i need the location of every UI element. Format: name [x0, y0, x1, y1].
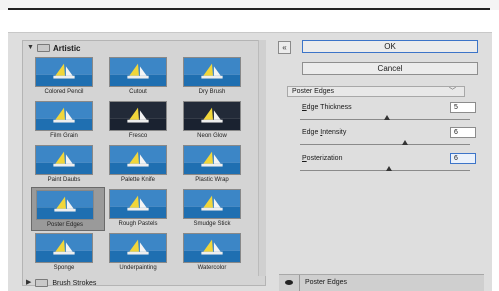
edge-thickness-label: Edge Thickness	[302, 104, 352, 111]
filter-preview-image	[36, 190, 94, 220]
filter-preview-image	[183, 233, 241, 263]
filter-thumbnail[interactable]: Sponge	[31, 231, 105, 275]
filter-preview-image	[35, 57, 93, 87]
filter-label: Colored Pencil	[44, 89, 84, 95]
filter-preview-image	[109, 189, 167, 219]
filter-label: Dry Brush	[198, 89, 226, 95]
posterization-slider-handle[interactable]	[386, 166, 392, 171]
filter-label: Sponge	[53, 265, 75, 271]
folder-brush-strokes[interactable]: ▶ Brush Strokes	[26, 278, 96, 288]
filter-select-value: Poster Edges	[292, 88, 335, 95]
filter-label: Neon Glow	[197, 133, 227, 139]
filter-preview-image	[35, 145, 93, 175]
filter-preview-image	[35, 101, 93, 131]
filter-thumbnail-grid: Colored Pencil Cutout Dry Brush Film Grain F…	[31, 55, 253, 275]
folder-label: Brush Strokes	[52, 279, 97, 287]
filter-preview-image	[109, 57, 167, 87]
edge-intensity-slider[interactable]	[300, 144, 470, 145]
filter-label: Underpainting	[119, 265, 157, 271]
filter-thumbnail[interactable]: Cutout	[105, 55, 179, 99]
filter-select[interactable]: Poster Edges ﹀	[287, 86, 465, 97]
filter-thumbnail[interactable]: Rough Pastels	[105, 187, 179, 231]
filter-label: Palette Knife	[120, 177, 156, 183]
top-divider	[8, 8, 490, 10]
filter-preview-image	[183, 57, 241, 87]
posterization-label: Posterization	[302, 155, 343, 162]
folder-artistic[interactable]: ▼ Artistic	[27, 43, 81, 53]
filter-preview-image	[183, 145, 241, 175]
chevron-down-icon: ﹀	[449, 88, 456, 95]
filter-thumbnail[interactable]: Dry Brush	[179, 55, 253, 99]
filter-label: Watercolor	[197, 265, 227, 271]
folder-icon	[36, 44, 50, 52]
gallery-scrollbar[interactable]	[258, 40, 266, 276]
posterization-field[interactable]: 6	[450, 153, 476, 164]
filter-thumbnail[interactable]: Poster Edges	[31, 187, 105, 231]
edge-intensity-slider-handle[interactable]	[402, 140, 408, 145]
filter-preview-image	[109, 101, 167, 131]
layer-divider	[299, 275, 300, 291]
effect-layer-name[interactable]: Poster Edges	[305, 279, 347, 286]
filter-thumbnail[interactable]: Neon Glow	[179, 99, 253, 143]
filter-label: Poster Edges	[46, 222, 84, 228]
folder-label: Artistic	[52, 43, 81, 53]
filter-gallery-panel: ▼ Artistic Colored Pencil Cutout Dry Brush…	[22, 40, 266, 286]
edge-thickness-slider-handle[interactable]	[384, 115, 390, 120]
double-chevron-icon: «	[282, 43, 287, 52]
filter-preview-image	[183, 101, 241, 131]
filter-label: Film Grain	[50, 133, 78, 139]
filter-label: Smudge Stick	[193, 221, 231, 227]
filter-thumbnail[interactable]: Smudge Stick	[179, 187, 253, 231]
filter-label: Plastic Wrap	[195, 177, 229, 183]
cancel-button[interactable]: Cancel	[302, 62, 478, 75]
filter-thumbnail[interactable]: Plastic Wrap	[179, 143, 253, 187]
filter-preview-image	[109, 233, 167, 263]
filter-preview-image	[35, 233, 93, 263]
eye-icon[interactable]	[285, 280, 293, 285]
posterization-slider[interactable]	[300, 170, 470, 171]
filter-thumbnail[interactable]: Paint Daubs	[31, 143, 105, 187]
filter-thumbnail[interactable]: Film Grain	[31, 99, 105, 143]
collapse-triangle-icon[interactable]: ▶	[26, 278, 31, 288]
filter-label: Cutout	[129, 89, 147, 95]
filter-thumbnail[interactable]: Underpainting	[105, 231, 179, 275]
filter-thumbnail[interactable]: Fresco	[105, 99, 179, 143]
filter-preview-image	[183, 189, 241, 219]
filter-thumbnail[interactable]: Colored Pencil	[31, 55, 105, 99]
filter-preview-image	[109, 145, 167, 175]
edge-thickness-field[interactable]: 5	[450, 102, 476, 113]
edge-intensity-field[interactable]: 6	[450, 127, 476, 138]
filter-label: Rough Pastels	[118, 221, 158, 227]
filter-thumbnail[interactable]: Palette Knife	[105, 143, 179, 187]
filter-label: Fresco	[128, 133, 148, 139]
filter-label: Paint Daubs	[47, 177, 81, 183]
ok-button[interactable]: OK	[302, 40, 478, 53]
collapse-gallery-button[interactable]: «	[278, 41, 291, 54]
filter-thumbnail[interactable]: Watercolor	[179, 231, 253, 275]
expand-triangle-icon[interactable]: ▼	[27, 43, 34, 53]
edge-intensity-label: Edge Intensity	[302, 129, 347, 136]
effect-layers-panel: Poster Edges	[279, 274, 484, 291]
folder-icon	[35, 279, 49, 287]
